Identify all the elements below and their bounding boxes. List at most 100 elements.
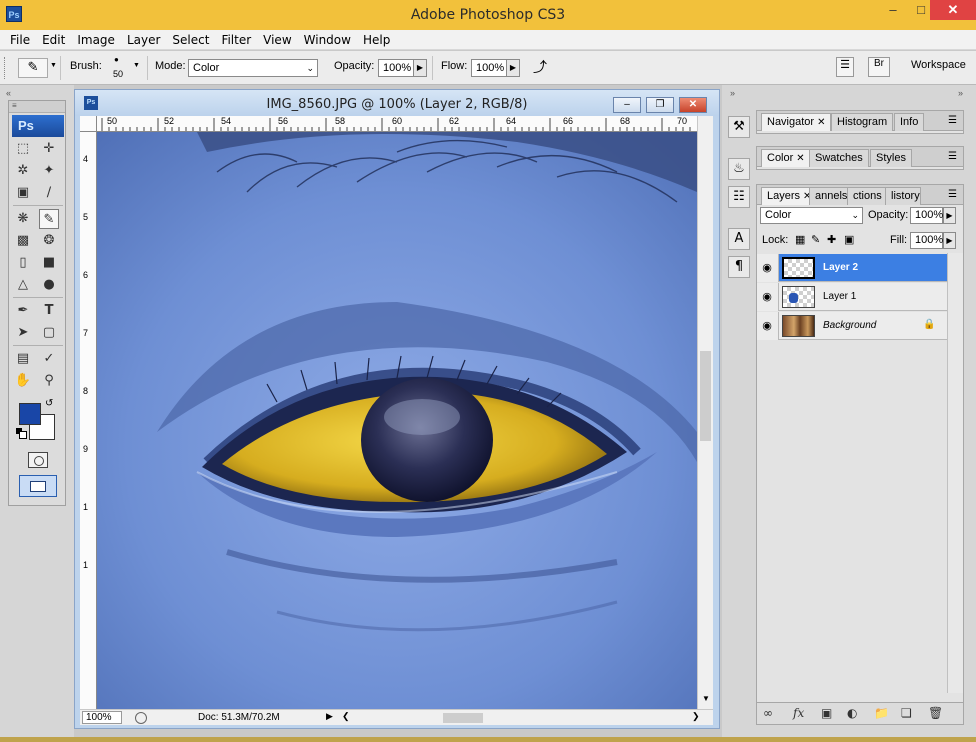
marquee-tool-icon[interactable]: ⬚ (13, 139, 33, 159)
layer-mask-icon[interactable]: ▣ (821, 706, 832, 720)
lock-position-icon[interactable]: ✚ (827, 233, 836, 246)
zoom-tool-icon[interactable]: ⚲ (39, 371, 59, 391)
path-selection-tool-icon[interactable]: ➤ (13, 323, 33, 343)
zoom-field[interactable]: 100% (82, 711, 122, 724)
tab-styles[interactable]: Styles (870, 149, 912, 167)
status-settings-icon[interactable] (135, 712, 147, 724)
collapse-icon-strip-icon[interactable]: » (730, 88, 735, 98)
eyedropper-tool-icon[interactable]: ✓ (39, 349, 59, 369)
clone-stamp-tool-icon[interactable]: ▩ (13, 231, 33, 251)
pen-tool-icon[interactable]: ✒ (13, 301, 33, 321)
swap-colors-icon[interactable]: ↺ (45, 398, 53, 409)
menu-select[interactable]: Select (166, 30, 215, 50)
shape-tool-icon[interactable]: ▢ (39, 323, 59, 343)
character-panel-icon[interactable]: A (728, 228, 750, 250)
brush-picker-arrow-icon[interactable]: ▼ (133, 62, 140, 69)
crop-tool-icon[interactable]: ▣ (13, 183, 33, 203)
healing-brush-tool-icon[interactable]: ❋ (13, 209, 33, 229)
scroll-left-icon[interactable]: ❮ (342, 711, 350, 722)
menu-image[interactable]: Image (71, 30, 121, 50)
slice-tool-icon[interactable]: ∕ (39, 183, 59, 203)
layer-row[interactable]: ◉ Background 🔒 (757, 312, 947, 340)
layer-opacity-input[interactable]: 100% (910, 207, 943, 224)
tab-history[interactable]: listory (885, 187, 921, 205)
vertical-scrollbar[interactable]: ▼ (697, 116, 713, 709)
status-menu-arrow-icon[interactable]: ▶ (326, 711, 333, 722)
lasso-tool-icon[interactable]: ✲ (13, 161, 33, 181)
opacity-input[interactable]: 100% (378, 59, 414, 77)
options-bar-grip[interactable] (4, 57, 8, 79)
panel-menu-icon[interactable]: ☰ (948, 115, 957, 126)
doc-minimize-icon[interactable]: – (613, 97, 641, 113)
link-layers-icon[interactable]: ∞ (763, 706, 773, 720)
layer-style-icon[interactable]: fx (793, 706, 804, 720)
tab-actions[interactable]: ctions (847, 187, 887, 205)
tab-color[interactable]: Color ✕ (761, 149, 811, 167)
mode-select[interactable]: Color ⌄ (188, 59, 318, 77)
close-icon[interactable]: ✕ (796, 153, 804, 164)
doc-restore-icon[interactable]: ❐ (646, 97, 674, 113)
layer-row[interactable]: ◉ Layer 1 (757, 283, 947, 311)
brush-tool-icon[interactable]: ✎ (39, 209, 59, 229)
menu-help[interactable]: Help (357, 30, 396, 50)
image-canvas[interactable] (97, 132, 697, 709)
layers-scrollbar[interactable] (947, 253, 963, 693)
type-tool-icon[interactable]: T (39, 301, 59, 321)
horizontal-scroll-thumb[interactable] (443, 713, 483, 723)
brush-tip-icon[interactable]: ● (114, 55, 119, 64)
flow-input[interactable]: 100% (471, 59, 507, 77)
menu-layer[interactable]: Layer (121, 30, 166, 50)
ruler-origin[interactable] (80, 116, 97, 132)
lock-pixels-icon[interactable]: ✎ (811, 233, 820, 246)
vertical-scroll-thumb[interactable] (700, 351, 711, 441)
foreground-color-chip[interactable] (19, 403, 41, 425)
opacity-slider-arrow-icon[interactable]: ▶ (413, 59, 427, 77)
fill-input[interactable]: 100% (910, 232, 943, 249)
adjustment-layer-icon[interactable]: ◐ (847, 706, 857, 720)
collapse-panels-icon[interactable]: » (958, 88, 963, 98)
visibility-toggle[interactable]: ◉ (757, 312, 779, 340)
scroll-right-icon[interactable]: ❯ (692, 711, 700, 722)
blur-tool-icon[interactable]: △ (13, 275, 33, 295)
tools-presets-icon[interactable]: ⚒ (728, 116, 750, 138)
doc-close-icon[interactable]: ✕ (679, 97, 707, 113)
default-colors-icon[interactable] (16, 428, 27, 439)
flow-slider-arrow-icon[interactable]: ▶ (506, 59, 520, 77)
workspace-menu[interactable]: Workspace (911, 59, 966, 71)
close-icon[interactable]: ✕ (930, 0, 976, 20)
menu-window[interactable]: Window (298, 30, 357, 50)
ruler-left[interactable]: 4 5 6 7 8 9 1 1 (80, 132, 97, 709)
new-layer-icon[interactable]: ❏ (901, 706, 912, 720)
layer-opacity-arrow-icon[interactable]: ▶ (943, 207, 956, 224)
panel-menu-icon[interactable]: ☰ (948, 189, 957, 200)
lock-all-icon[interactable]: ▣ (844, 233, 854, 246)
panel-menu-icon[interactable]: ☰ (948, 151, 957, 162)
palette-well-icon[interactable]: ☰ (836, 57, 854, 77)
menu-view[interactable]: View (257, 30, 297, 50)
tab-swatches[interactable]: Swatches (809, 149, 869, 167)
collapse-dock-icon[interactable]: « (6, 88, 11, 98)
document-title-bar[interactable]: Ps IMG_8560.JPG @ 100% (Layer 2, RGB/8) … (75, 90, 719, 116)
layer-row[interactable]: ◉ Layer 2 (757, 254, 947, 282)
history-brush-tool-icon[interactable]: ❂ (39, 231, 59, 251)
blend-mode-select[interactable]: Color ⌄ (760, 207, 863, 224)
lock-transparency-icon[interactable]: ▦ (795, 233, 805, 246)
tab-channels[interactable]: annels (809, 187, 849, 205)
horizontal-scrollbar[interactable]: ❮ ❯ (338, 710, 706, 725)
toolbox-header[interactable]: ≡ (9, 101, 65, 113)
visibility-toggle[interactable]: ◉ (757, 283, 779, 311)
move-tool-icon[interactable]: ✛ (39, 139, 59, 159)
screen-mode-icon[interactable] (19, 475, 57, 497)
tab-info[interactable]: Info (894, 113, 925, 131)
close-icon[interactable]: ✕ (817, 117, 825, 128)
minimize-icon[interactable]: – (878, 0, 908, 20)
airbrush-icon[interactable]: ⤴ (528, 57, 552, 79)
visibility-toggle[interactable]: ◉ (757, 254, 779, 282)
dodge-tool-icon[interactable]: ● (39, 275, 59, 295)
new-group-icon[interactable]: 📁 (874, 706, 889, 720)
menu-file[interactable]: File (0, 30, 36, 50)
quick-mask-icon[interactable] (28, 452, 48, 468)
delete-layer-icon[interactable]: 🗑 (928, 706, 943, 720)
gradient-tool-icon[interactable]: ■ (39, 253, 59, 273)
notes-tool-icon[interactable]: ▤ (13, 349, 33, 369)
